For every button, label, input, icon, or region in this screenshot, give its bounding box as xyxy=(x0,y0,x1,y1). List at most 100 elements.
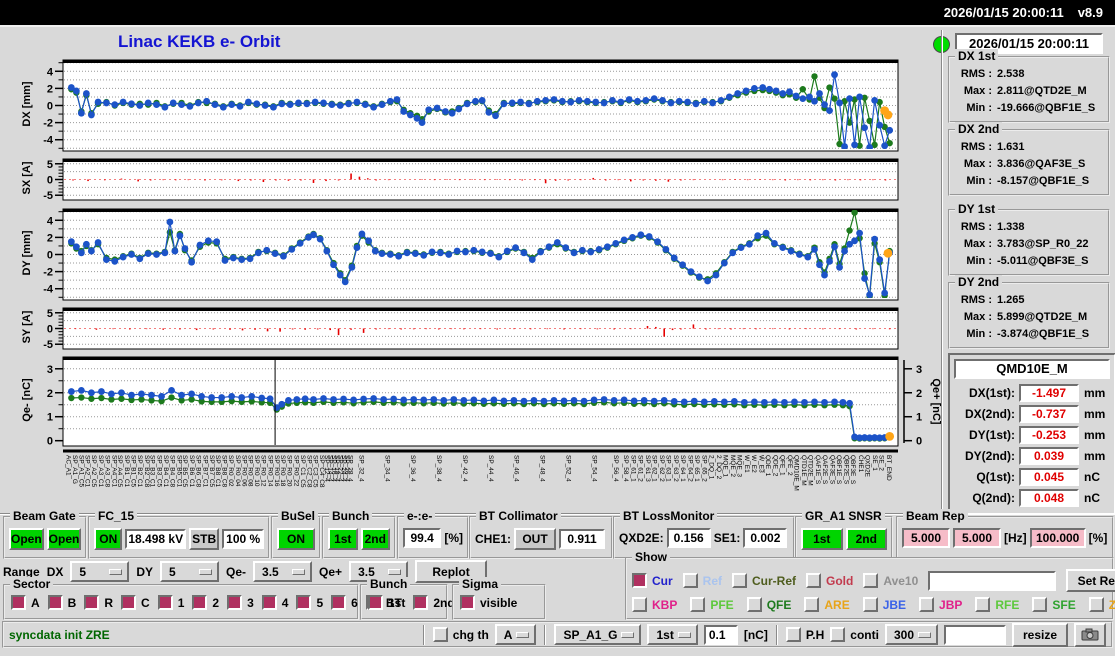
monitor-row: DY(2nd): 0.039 mm xyxy=(965,446,1106,465)
ee-ratio-title: e-:e- xyxy=(404,509,436,523)
show-checkbox-checkbox-box[interactable] xyxy=(863,573,879,588)
show-checkbox-checkbox-box[interactable] xyxy=(1088,597,1104,612)
file-input[interactable] xyxy=(944,624,1006,645)
show-checkbox-checkbox-box[interactable] xyxy=(862,597,878,612)
titlebar-version: v8.9 xyxy=(1077,5,1103,20)
beam-gate-open-1-button[interactable]: Open xyxy=(9,528,44,550)
beam-gate-open-2-button[interactable]: Open xyxy=(46,528,82,550)
fc15-on-button[interactable]: ON xyxy=(94,528,123,550)
sector-checkbox-3[interactable]: 3 xyxy=(227,595,254,610)
sigma-checkbox-visible[interactable]: visible xyxy=(460,595,517,610)
show-checkbox-checkbox-box[interactable] xyxy=(732,573,748,588)
bunch-1st-button[interactable]: 1st xyxy=(328,528,358,550)
bunch-checkbox-1st[interactable]: 1st xyxy=(368,595,405,610)
svg-text:W_E1: W_E1 xyxy=(743,455,750,473)
show-checkbox-checkbox-box[interactable] xyxy=(804,597,820,612)
sector-checkbox-checkbox-box[interactable] xyxy=(296,595,312,610)
bunch-checkbox-checkbox-box[interactable] xyxy=(368,595,383,610)
bunch-select[interactable]: 1st xyxy=(647,624,698,645)
show-checkbox-cur-ref[interactable]: Cur-Ref xyxy=(732,573,796,588)
show-checkbox-are[interactable]: ARE xyxy=(804,597,850,612)
show-checkbox-ref[interactable]: Ref xyxy=(682,573,722,588)
qxd2e-label: QXD2E: xyxy=(619,531,664,545)
threshold-input[interactable] xyxy=(703,624,738,645)
sector-checkbox-a[interactable]: A xyxy=(11,595,40,610)
conti-checkbox[interactable]: conti xyxy=(830,627,879,642)
show-checkbox-cur[interactable]: Cur xyxy=(632,573,673,588)
sector-checkbox-checkbox-box[interactable] xyxy=(331,595,347,610)
bunch-2nd-button[interactable]: 2nd xyxy=(360,528,390,550)
monitor-row: DX(1st): -1.497 mm xyxy=(968,383,1106,402)
camera-button[interactable] xyxy=(1074,622,1106,647)
sector-checkbox-b[interactable]: B xyxy=(47,595,76,610)
show-checkbox-checkbox-box[interactable] xyxy=(975,597,991,612)
show-checkbox-checkbox-box[interactable] xyxy=(919,597,935,612)
resize-button[interactable]: resize xyxy=(1012,622,1068,647)
show-checkbox-label: Gold xyxy=(826,573,854,588)
ph-checkbox[interactable]: P.H xyxy=(785,627,824,642)
range-select-2[interactable]: 3.5 xyxy=(253,561,313,582)
conti-checkbox-box[interactable] xyxy=(830,627,846,642)
sigma-checkbox-checkbox-box[interactable] xyxy=(460,595,475,610)
busel-on-button[interactable]: ON xyxy=(277,528,315,550)
che1-value: 0.911 xyxy=(559,529,606,549)
svg-text:1: 1 xyxy=(916,412,922,424)
sector-select[interactable]: A xyxy=(494,624,537,645)
ref-file-input[interactable] xyxy=(928,570,1057,591)
show-checkbox-jbe[interactable]: JBE xyxy=(862,597,906,612)
sector-checkbox-4[interactable]: 4 xyxy=(261,595,288,610)
sector-checkbox-6[interactable]: 6 xyxy=(331,595,358,610)
sector-checkbox-checkbox-box[interactable] xyxy=(157,595,173,610)
sector-checkbox-1[interactable]: 1 xyxy=(157,595,184,610)
show-checkbox-jbp[interactable]: JBP xyxy=(919,597,962,612)
sector-checkbox-checkbox-box[interactable] xyxy=(121,595,137,610)
chg-th-checkbox[interactable]: chg th xyxy=(432,627,489,642)
ph-checkbox-box[interactable] xyxy=(785,627,801,642)
sector-checkbox-checkbox-box[interactable] xyxy=(227,595,243,610)
show-checkbox-checkbox-box[interactable] xyxy=(690,597,706,612)
sector-checkbox-checkbox-box[interactable] xyxy=(11,595,26,610)
sector-checkbox-5[interactable]: 5 xyxy=(296,595,323,610)
chg-th-checkbox-box[interactable] xyxy=(432,627,448,642)
che1-out-button[interactable]: OUT xyxy=(514,528,557,550)
bunch-checkbox-checkbox-box[interactable] xyxy=(413,595,429,610)
show-checkbox-checkbox-box[interactable] xyxy=(632,597,647,612)
bunch-checkbox-2nd[interactable]: 2nd xyxy=(413,595,455,610)
show-checkbox-zre[interactable]: ZRE xyxy=(1088,597,1115,612)
show-checkbox-qfe[interactable]: QFE xyxy=(746,597,791,612)
show-checkbox-checkbox-box[interactable] xyxy=(746,597,762,612)
svg-text:SP_28_4: SP_28_4 xyxy=(347,455,354,482)
count-select[interactable]: 300 xyxy=(884,624,938,645)
gr-a1-2nd-button[interactable]: 2nd xyxy=(845,528,887,550)
svg-text:5: 5 xyxy=(47,159,53,171)
svg-text:QBF1E_S: QBF1E_S xyxy=(835,455,842,485)
sector-checkbox-checkbox-box[interactable] xyxy=(84,595,100,610)
svg-text:-5: -5 xyxy=(43,190,53,202)
range-select-1[interactable]: 5 xyxy=(160,561,220,582)
range-select-0[interactable]: 5 xyxy=(70,561,130,582)
show-checkbox-gold[interactable]: Gold xyxy=(806,573,853,588)
sector-checkbox-r[interactable]: R xyxy=(84,595,113,610)
show-checkbox-sfe[interactable]: SFE xyxy=(1032,597,1076,612)
show-checkbox-rfe[interactable]: RFE xyxy=(975,597,1019,612)
show-checkbox-label: Cur xyxy=(652,573,673,588)
set-ref-button[interactable]: Set Ref xyxy=(1066,569,1115,592)
monitor-title: QMD10E_M xyxy=(954,359,1110,379)
gr-a1-1st-button[interactable]: 1st xyxy=(801,528,843,550)
sector-checkbox-2[interactable]: 2 xyxy=(192,595,219,610)
show-checkbox-checkbox-box[interactable] xyxy=(1032,597,1048,612)
sector-checkbox-checkbox-box[interactable] xyxy=(192,595,208,610)
show-checkbox-ave10[interactable]: Ave10 xyxy=(863,573,918,588)
sector-checkbox-c[interactable]: C xyxy=(121,595,150,610)
show-checkbox-checkbox-box[interactable] xyxy=(682,573,698,588)
show-checkbox-checkbox-box[interactable] xyxy=(632,573,647,588)
sector-checkbox-checkbox-box[interactable] xyxy=(47,595,63,610)
show-checkbox-checkbox-box[interactable] xyxy=(806,573,822,588)
bpm-select[interactable]: SP_A1_G xyxy=(554,624,642,645)
sector-checkbox-label: 5 xyxy=(316,595,324,610)
show-checkbox-kbp[interactable]: KBP xyxy=(632,597,677,612)
show-checkbox-pfe[interactable]: PFE xyxy=(690,597,734,612)
fc15-stb-button[interactable]: STB xyxy=(188,528,220,550)
svg-text:SP_61_2: SP_61_2 xyxy=(636,455,643,482)
sector-checkbox-checkbox-box[interactable] xyxy=(261,595,277,610)
